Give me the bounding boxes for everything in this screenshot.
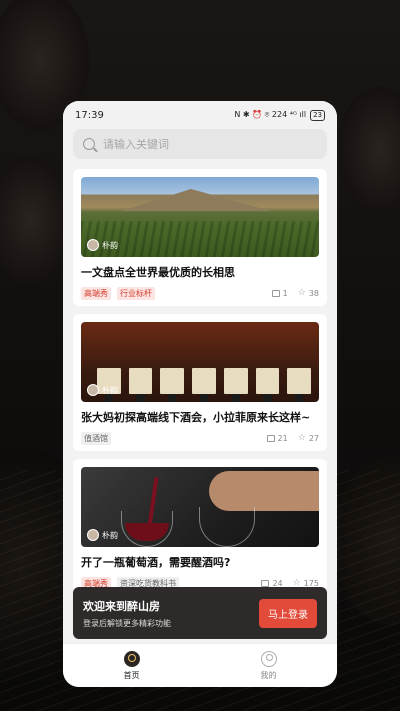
bottle-label [160, 368, 185, 394]
tab-mine[interactable]: 我的 [239, 650, 299, 681]
article-thumbnail-vineyard[interactable]: 朴韵 [81, 177, 319, 257]
avatar [87, 384, 99, 396]
comment-count[interactable]: 1 [271, 289, 288, 298]
tab-home[interactable]: 首页 [102, 650, 162, 681]
search-icon [83, 138, 95, 150]
search-bar-container [63, 129, 337, 159]
favorite-count[interactable]: ☆ 27 [297, 433, 319, 444]
article-stats: 1 ☆ 38 [271, 288, 319, 299]
status-time: 17:39 [75, 109, 104, 121]
login-button[interactable]: 马上登录 [259, 598, 317, 628]
article-card[interactable]: 朴韵 张大妈初探高端线下酒会，小拉菲原来长这样~ 值酒馆 21 ☆ 27 [73, 314, 327, 451]
bottle-label [192, 368, 216, 394]
article-title[interactable]: 一文盘点全世界最优质的长相思 [81, 264, 319, 280]
battery-icon: 23 [310, 109, 325, 121]
article-thumbnail-pouring-wine[interactable]: 朴韵 [81, 467, 319, 547]
wine-bottles [95, 324, 313, 402]
search-bar[interactable] [73, 129, 327, 159]
article-feed: 朴韵 一文盘点全世界最优质的长相思 高端秀 行业标杆 1 ☆ 38 朴韵 张大妈… [63, 159, 337, 596]
avatar [87, 239, 99, 251]
bottom-tab-bar: 首页 我的 [63, 643, 337, 687]
bottle-label [287, 368, 312, 394]
article-title[interactable]: 开了一瓶葡萄酒，需要醒酒吗? [81, 554, 319, 570]
favorite-count[interactable]: ☆ 38 [297, 288, 319, 299]
article-card[interactable]: 朴韵 一文盘点全世界最优质的长相思 高端秀 行业标杆 1 ☆ 38 [73, 169, 327, 306]
comment-icon [266, 435, 275, 442]
comment-icon [261, 580, 270, 587]
author-name: 朴韵 [102, 240, 118, 250]
login-banner: 欢迎来到醉山房 登录后解锁更多精彩功能 马上登录 [73, 587, 327, 639]
status-bar: 17:39 N ✱ ⏰ ⌾ 224 ⁴ᴳ ıll 23 [63, 101, 337, 129]
app-screen: 17:39 N ✱ ⏰ ⌾ 224 ⁴ᴳ ıll 23 朴韵 一文盘点全世界最优… [63, 101, 337, 687]
comment-icon [271, 290, 280, 297]
tab-mine-label: 我的 [260, 670, 277, 680]
article-tags: 高端秀 行业标杆 [81, 287, 155, 300]
article-footer: 值酒馆 21 ☆ 27 [81, 432, 319, 445]
mountain-shape [121, 189, 271, 211]
article-tags: 值酒馆 [81, 432, 111, 445]
status-indicator-icons: N ✱ ⏰ ⌾ 224 ⁴ᴳ ıll [234, 110, 307, 119]
article-title[interactable]: 张大妈初探高端线下酒会，小拉菲原来长这样~ [81, 409, 319, 425]
search-input[interactable] [103, 137, 317, 151]
bottle-label [128, 368, 153, 394]
article-author: 朴韵 [87, 384, 118, 396]
wine-glass [199, 507, 255, 547]
hand-shape [209, 471, 319, 511]
article-author: 朴韵 [87, 529, 118, 541]
author-name: 朴韵 [102, 530, 118, 540]
comment-count-value: 1 [282, 289, 288, 298]
article-card[interactable]: 朴韵 开了一瓶葡萄酒，需要醒酒吗? 高端秀 资深吃货教科书 24 ☆ 175 [73, 459, 327, 596]
tag[interactable]: 行业标杆 [117, 287, 155, 300]
status-icons: N ✱ ⏰ ⌾ 224 ⁴ᴳ ıll 23 [234, 109, 325, 121]
comment-count-value: 21 [277, 434, 288, 443]
bottle-label [223, 368, 248, 394]
battery-level: 23 [313, 110, 322, 119]
author-name: 朴韵 [102, 385, 118, 395]
favorite-count-value: 27 [308, 434, 319, 443]
star-icon: ☆ [297, 433, 306, 443]
favorite-count-value: 38 [308, 289, 319, 298]
article-thumbnail-bottles[interactable]: 朴韵 [81, 322, 319, 402]
article-stats: 21 ☆ 27 [266, 433, 319, 444]
home-icon [123, 650, 140, 667]
star-icon: ☆ [297, 288, 306, 298]
login-banner-title: 欢迎来到醉山房 [83, 599, 160, 613]
article-author: 朴韵 [87, 239, 118, 251]
tag[interactable]: 值酒馆 [81, 432, 111, 445]
tag[interactable]: 高端秀 [81, 287, 111, 300]
bottle-label [255, 368, 280, 394]
comment-count[interactable]: 21 [266, 434, 288, 443]
login-banner-subtitle: 登录后解锁更多精彩功能 [83, 618, 171, 628]
login-banner-text: 欢迎来到醉山房 登录后解锁更多精彩功能 [83, 598, 171, 629]
article-footer: 高端秀 行业标杆 1 ☆ 38 [81, 287, 319, 300]
avatar [87, 529, 99, 541]
tab-home-label: 首页 [123, 670, 140, 680]
profile-icon [260, 650, 277, 667]
